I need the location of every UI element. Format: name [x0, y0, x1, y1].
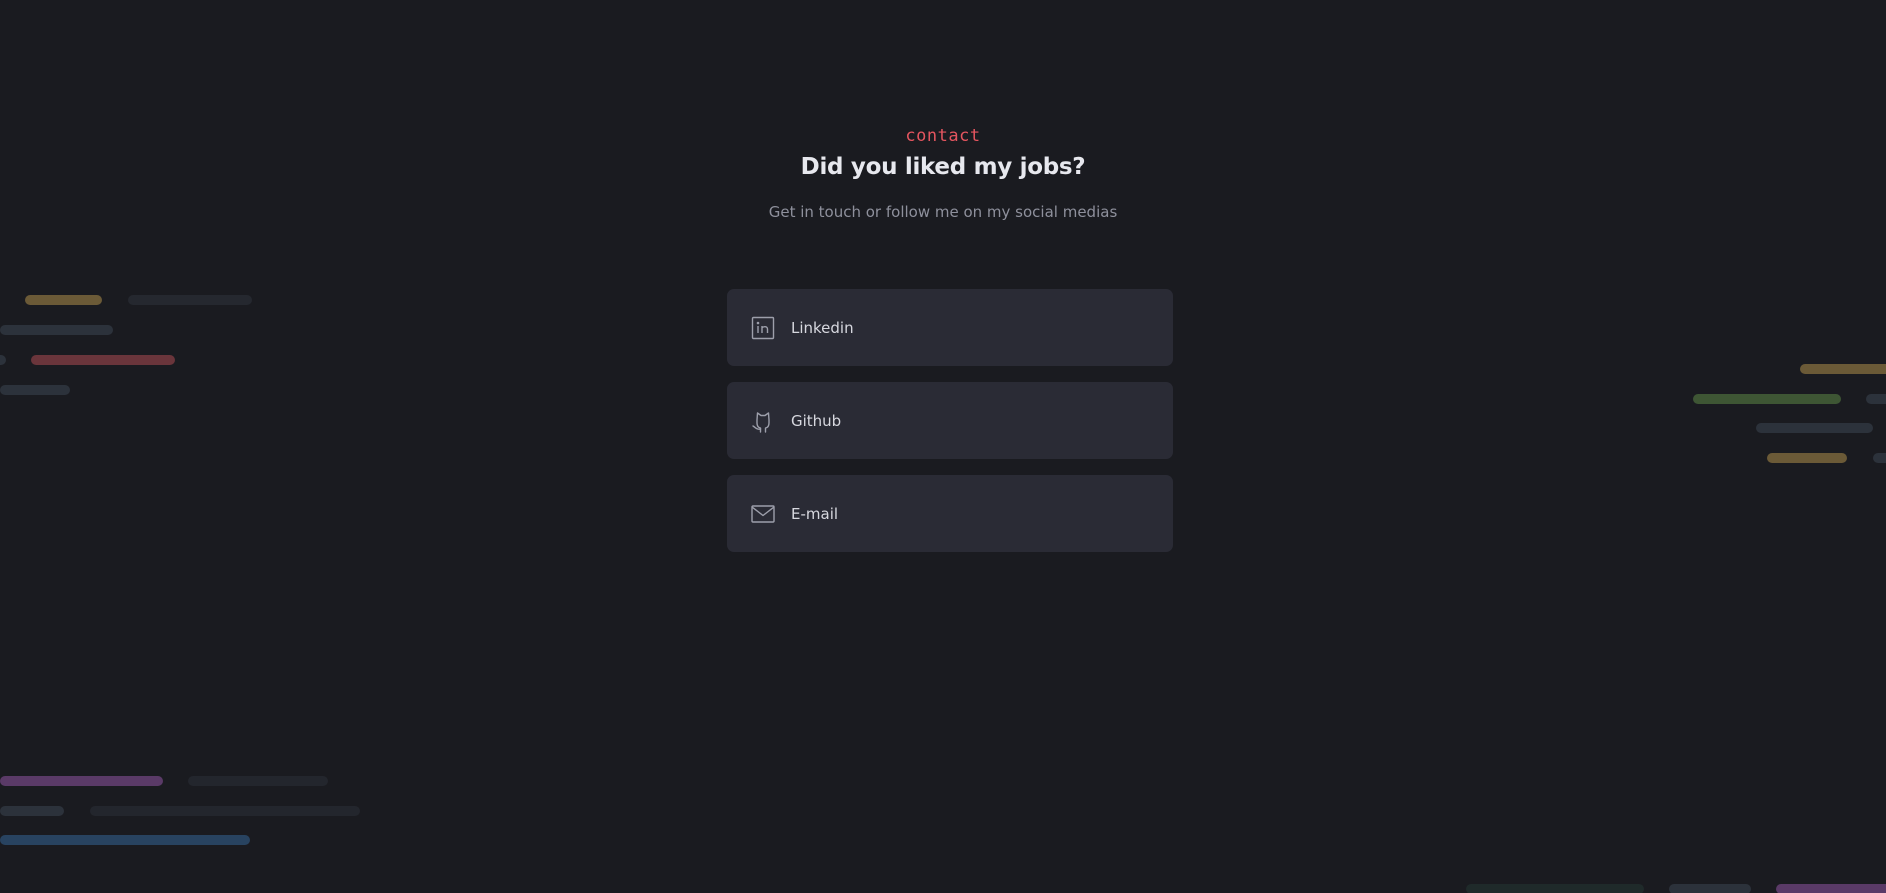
- decorative-bar: [1466, 884, 1644, 893]
- decorative-bar: [1800, 364, 1886, 374]
- decorative-bar: [0, 385, 70, 395]
- linkedin-icon: [751, 316, 775, 340]
- email-label: E-mail: [791, 504, 839, 523]
- decorative-bar: [1873, 453, 1886, 463]
- contact-page: contact Did you liked my jobs? Get in to…: [0, 0, 1886, 893]
- decorative-bar: [0, 355, 6, 365]
- decorative-bar: [0, 776, 163, 786]
- decorative-bar: [188, 776, 328, 786]
- decorative-bar: [1669, 884, 1751, 893]
- section-eyebrow: contact: [905, 126, 981, 146]
- decorative-bar: [0, 806, 64, 816]
- github-label: Github: [791, 411, 842, 430]
- decorative-bar: [128, 295, 252, 305]
- email-link[interactable]: E-mail: [727, 475, 1173, 552]
- decorative-bar: [0, 325, 113, 335]
- decorative-bar: [25, 295, 102, 305]
- decorative-bar: [1767, 453, 1847, 463]
- decorative-bar: [90, 806, 360, 816]
- decorative-bar: [1776, 884, 1886, 893]
- linkedin-link[interactable]: Linkedin: [727, 289, 1173, 366]
- decorative-bar: [1866, 394, 1886, 404]
- decorative-bar: [1693, 394, 1841, 404]
- mail-icon: [751, 502, 775, 526]
- decorative-bar: [1756, 423, 1873, 433]
- github-link[interactable]: Github: [727, 382, 1173, 459]
- decorative-bar: [31, 355, 175, 365]
- decorative-bar: [0, 835, 250, 845]
- github-icon: [751, 409, 775, 433]
- linkedin-label: Linkedin: [791, 318, 854, 337]
- page-subtitle: Get in touch or follow me on my social m…: [768, 203, 1118, 221]
- contact-list: Linkedin Github E-mail: [727, 289, 1173, 568]
- page-title: Did you liked my jobs?: [800, 154, 1086, 180]
